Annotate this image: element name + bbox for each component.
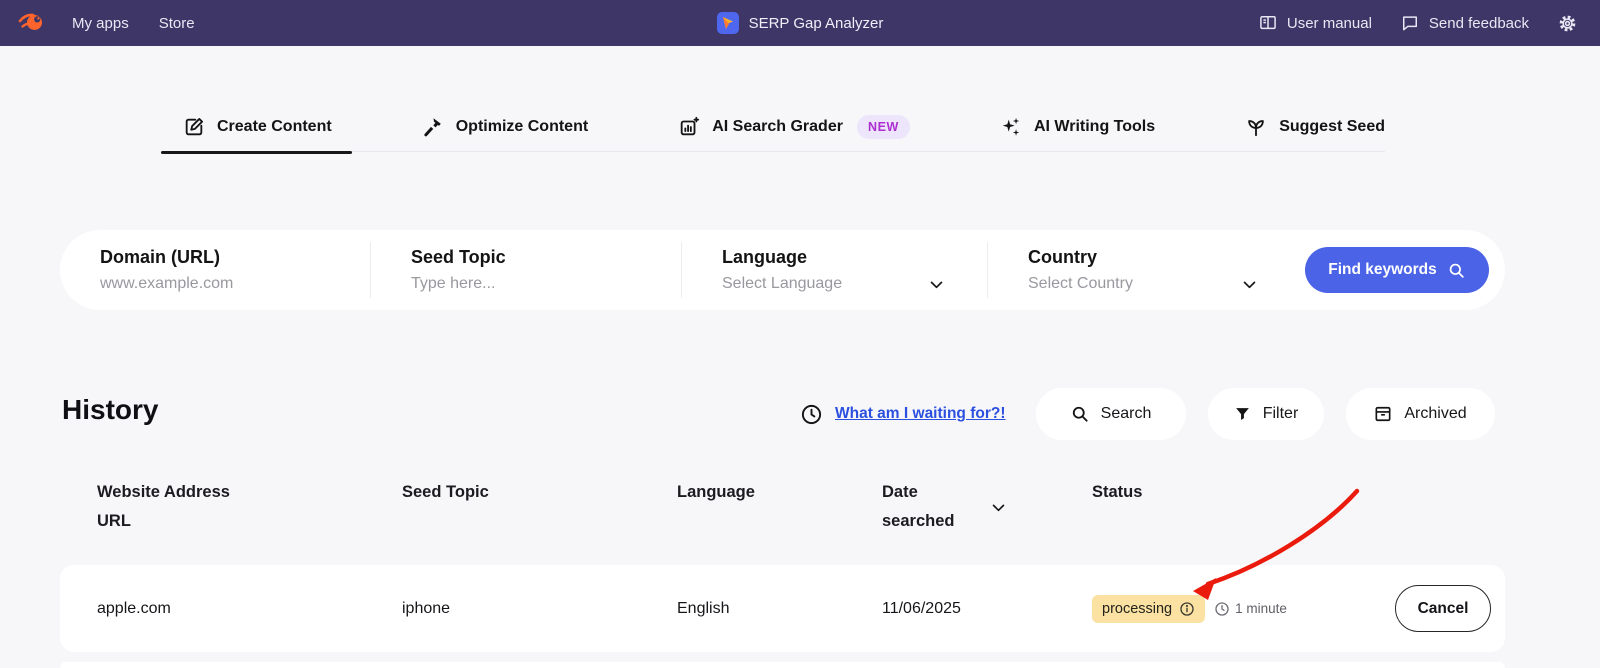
column-date-searched[interactable]: Date searched [845, 478, 1055, 536]
cell-actions: Cancel [1380, 585, 1505, 632]
language-select[interactable]: Language Select Language [682, 230, 987, 310]
cell-status: processing 1 minute [1055, 594, 1380, 623]
send-feedback-label: Send feedback [1428, 14, 1529, 32]
edit-icon [185, 118, 203, 136]
feedback-bubble-icon [1402, 16, 1417, 31]
archived-button[interactable]: Archived [1345, 388, 1495, 440]
search-button[interactable]: Search [1035, 388, 1186, 440]
tab-label: Optimize Content [455, 118, 589, 135]
tab-label: Create Content [217, 118, 332, 135]
waiting-info-link[interactable]: What am I waiting for?! [800, 403, 1006, 426]
column-seed-topic: Seed Topic [402, 483, 489, 501]
new-badge: NEW [856, 115, 910, 139]
archive-box-icon [1375, 406, 1391, 422]
book-icon [1260, 16, 1276, 30]
processing-status-badge: processing [1092, 594, 1206, 623]
top-navbar: My apps Store SERP Gap Analyzer User man… [0, 0, 1600, 46]
find-keywords-button[interactable]: Find keywords [1305, 247, 1489, 293]
history-title: History [62, 394, 159, 425]
search-icon [1449, 263, 1464, 278]
cell-url: apple.com [97, 599, 171, 617]
eta-text: 1 minute [1235, 601, 1287, 616]
tool-tabs: Create Content Optimize Content AI Searc… [161, 103, 1385, 154]
country-select[interactable]: Country Select Country [988, 230, 1300, 310]
column-website-address-url: Website Address URL [97, 483, 230, 530]
nav-store[interactable]: Store [159, 15, 195, 32]
nav-my-apps[interactable]: My apps [72, 15, 129, 32]
hammer-icon [424, 118, 441, 137]
chevron-down-icon [1243, 281, 1256, 288]
filter-funnel-icon [1235, 407, 1249, 420]
column-actions [1380, 478, 1505, 536]
seed-topic-field[interactable]: Seed Topic Type here... [371, 230, 681, 310]
tab-label: AI Writing Tools [1033, 118, 1156, 135]
filter-button-label: Filter [1262, 405, 1299, 422]
sort-chevron-down-icon[interactable] [990, 499, 1007, 516]
user-manual-link[interactable]: User manual [1258, 13, 1372, 33]
tab-label: Suggest Seed [1279, 118, 1385, 135]
cell-language: English [677, 599, 730, 617]
waiting-link-text[interactable]: What am I waiting for?! [835, 405, 1006, 423]
domain-input[interactable]: www.example.com [100, 275, 370, 293]
clock-icon [1215, 601, 1229, 616]
search-icon [1072, 406, 1088, 422]
tab-label: AI Search Grader [712, 118, 843, 135]
country-value: Select Country [1028, 275, 1133, 292]
domain-field[interactable]: Domain (URL) www.example.com [60, 230, 370, 310]
cancel-button[interactable]: Cancel [1395, 585, 1491, 632]
filter-button[interactable]: Filter [1207, 388, 1324, 440]
status-text: processing [1102, 600, 1173, 617]
keyword-search-form: Domain (URL) www.example.com Seed Topic … [60, 230, 1505, 310]
settings-gear-icon[interactable] [1557, 13, 1578, 34]
history-table-header: Website Address URL Seed Topic Language … [60, 478, 1505, 536]
tab-optimize-content[interactable]: Optimize Content [422, 103, 588, 152]
grader-chart-icon [680, 116, 700, 136]
find-keywords-label: Find keywords [1328, 261, 1437, 278]
tab-suggest-seed[interactable]: Suggest Seed [1245, 103, 1385, 152]
send-feedback-link[interactable]: Send feedback [1400, 13, 1529, 33]
clock-icon [801, 404, 822, 424]
sparkles-icon [1002, 117, 1020, 136]
column-language: Language [677, 483, 755, 501]
chevron-down-icon [930, 281, 943, 288]
cell-seed-topic: iphone [402, 599, 451, 617]
eta-group: 1 minute [1214, 601, 1287, 617]
archived-button-label: Archived [1404, 405, 1467, 422]
tab-ai-search-grader[interactable]: AI Search Grader NEW [678, 103, 910, 152]
date-searched-label: Date searched [882, 483, 955, 530]
history-controls: What am I waiting for?! Search Filter Ar… [800, 388, 1495, 440]
semrush-logo-icon[interactable] [18, 9, 46, 37]
seed-topic-label: Seed Topic [411, 247, 506, 267]
tab-ai-writing-tools[interactable]: AI Writing Tools [1000, 103, 1155, 152]
next-row-partial [60, 662, 1505, 668]
user-manual-label: User manual [1286, 14, 1372, 32]
cell-date: 11/06/2025 [882, 599, 961, 617]
column-status: Status [1092, 483, 1143, 501]
history-table-row: apple.com iphone English 11/06/2025 proc… [60, 565, 1505, 652]
tab-create-content[interactable]: Create Content [161, 103, 352, 154]
info-icon[interactable] [1179, 601, 1195, 617]
serp-gap-analyzer-app-icon [716, 12, 739, 34]
seed-topic-input[interactable]: Type here... [411, 275, 681, 293]
search-button-label: Search [1100, 405, 1152, 422]
language-label: Language [722, 247, 808, 267]
domain-label: Domain (URL) [100, 247, 220, 267]
seedling-icon [1248, 120, 1264, 137]
app-title: SERP Gap Analyzer [748, 14, 884, 32]
country-label: Country [1028, 247, 1097, 267]
language-value: Select Language [722, 275, 843, 292]
